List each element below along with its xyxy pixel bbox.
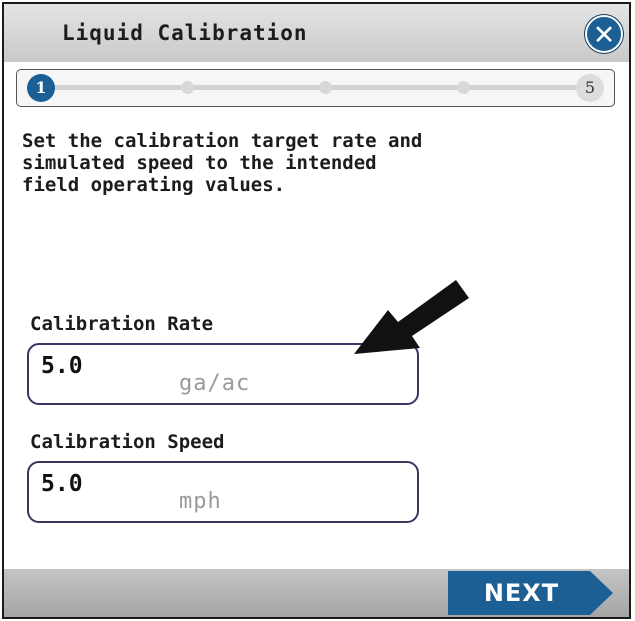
calibration-rate-value: 5.0 (41, 353, 83, 379)
calibration-speed-field[interactable]: 5.0 mph (27, 461, 419, 523)
progress-track (39, 85, 592, 90)
next-button[interactable]: NEXT (448, 571, 613, 615)
step-dot (319, 81, 332, 94)
dialog-title: Liquid Calibration (62, 21, 308, 45)
instructions-text: Set the calibration target rate and simu… (22, 130, 423, 196)
callout-arrow-icon (354, 280, 469, 354)
dialog-header: Liquid Calibration ✕ (4, 4, 629, 62)
step-progress-bar: 1 5 (16, 69, 615, 107)
step-dot (457, 81, 470, 94)
calibration-speed-unit: mph (179, 489, 222, 514)
liquid-calibration-dialog: Liquid Calibration ✕ 1 5 Set the calibra… (2, 2, 631, 619)
calibration-speed-value: 5.0 (41, 471, 83, 497)
step-dot (181, 81, 194, 94)
current-step-indicator: 1 (27, 74, 55, 102)
calibration-speed-label: Calibration Speed (30, 431, 225, 453)
close-icon[interactable]: ✕ (585, 15, 623, 53)
calibration-rate-label: Calibration Rate (30, 313, 214, 335)
calibration-rate-unit: ga/ac (179, 371, 251, 396)
last-step-indicator: 5 (576, 74, 604, 102)
dialog-footer: NEXT (4, 569, 629, 617)
